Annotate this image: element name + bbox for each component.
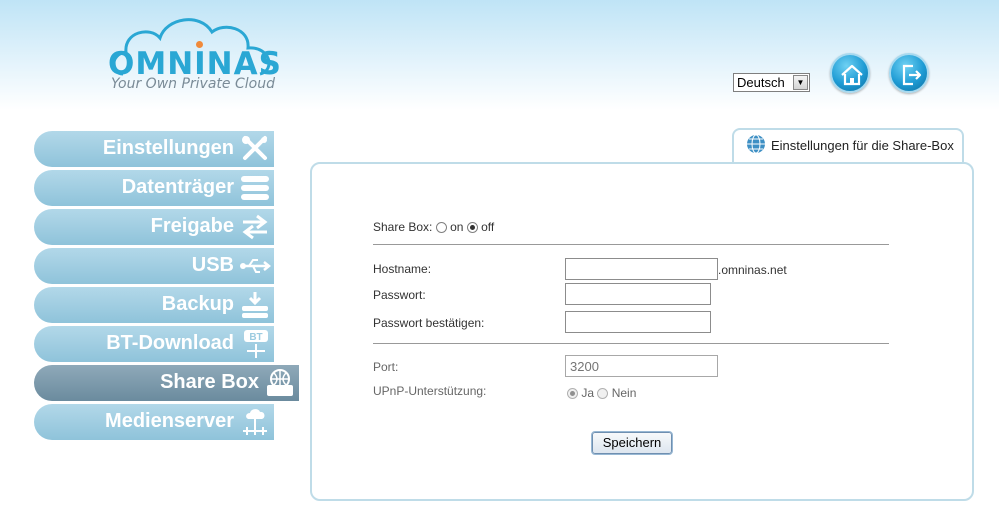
password-input[interactable] (565, 283, 711, 305)
nav-item-freigabe[interactable]: Freigabe (34, 209, 274, 245)
nav-item-label: Backup (161, 293, 234, 315)
share-box-off-radio[interactable] (466, 222, 478, 233)
nav-item-backup[interactable]: Backup (34, 287, 274, 323)
nav-item-datentraeger[interactable]: Datenträger (34, 170, 274, 206)
share-arrows-icon (242, 214, 268, 240)
divider (373, 244, 889, 245)
nav-item-share-box[interactable]: Share Box (34, 365, 299, 401)
password-confirm-input[interactable] (565, 311, 711, 333)
tools-icon (242, 136, 267, 160)
share-box-off-label: off (481, 220, 495, 234)
save-button[interactable]: Speichern (591, 431, 673, 455)
home-icon (841, 64, 863, 86)
logout-icon (902, 64, 922, 86)
backup-icon (242, 292, 268, 318)
media-server-icon (243, 409, 267, 435)
globe-icon (747, 134, 765, 154)
tab-share-box-settings[interactable]: Einstellungen für die Share-Box (732, 128, 964, 164)
brand-tagline: Your Own Private Cloud (111, 76, 275, 92)
share-box-row: Share Box: on off (373, 220, 494, 234)
svg-text:BT: BT (249, 332, 262, 343)
language-selected: Deutsch (737, 75, 785, 90)
upnp-label: UPnP-Unterstützung: (373, 384, 487, 398)
nav-item-usb[interactable]: USB (34, 248, 274, 284)
port-label: Port: (373, 360, 399, 374)
nav-item-label: Einstellungen (102, 137, 234, 159)
disks-icon (241, 176, 269, 200)
nav-item-label: Share Box (160, 371, 259, 393)
language-select[interactable]: Deutsch ▼ (733, 73, 810, 92)
nav-item-label: USB (191, 254, 234, 276)
logo-dot (196, 41, 203, 48)
upnp-no-label: Nein (611, 386, 637, 400)
password-confirm-label: Passwort bestätigen: (373, 316, 485, 330)
nav-item-einstellungen[interactable]: Einstellungen (34, 131, 274, 167)
share-box-on-label: on (450, 220, 464, 234)
upnp-no-radio[interactable] (597, 388, 609, 399)
hostname-input[interactable] (565, 258, 718, 280)
nav-item-label: Freigabe (150, 215, 234, 237)
nav-item-label: BT-Download (106, 332, 234, 354)
share-box-icon (267, 369, 293, 396)
share-box-label: Share Box: (373, 220, 433, 234)
upnp-yes-radio[interactable] (567, 388, 578, 399)
upnp-yes-label: Ja (581, 386, 595, 400)
share-box-on-radio[interactable] (435, 222, 447, 233)
nav-item-medienserver[interactable]: Medienserver (34, 404, 274, 440)
dropdown-arrow-icon[interactable]: ▼ (793, 75, 808, 90)
usb-icon (240, 259, 271, 273)
tab-label: Einstellungen für die Share-Box (771, 138, 954, 153)
nav-item-label: Datenträger (121, 176, 234, 198)
divider (373, 343, 889, 344)
logout-button[interactable] (889, 53, 929, 93)
upnp-options: Ja Nein (567, 386, 636, 400)
bt-download-icon: BT (244, 330, 268, 358)
brand-logo: OMNINAS Your Own Private Cloud (108, 12, 281, 97)
hostname-label: Hostname: (373, 262, 432, 276)
nav-item-label: Medienserver (105, 410, 234, 432)
home-button[interactable] (830, 53, 870, 93)
nav-item-bt-download[interactable]: BT-Download BT (34, 326, 274, 362)
port-input[interactable] (565, 355, 718, 377)
hostname-suffix: .omninas.net (718, 263, 787, 277)
password-label: Passwort: (373, 288, 426, 302)
